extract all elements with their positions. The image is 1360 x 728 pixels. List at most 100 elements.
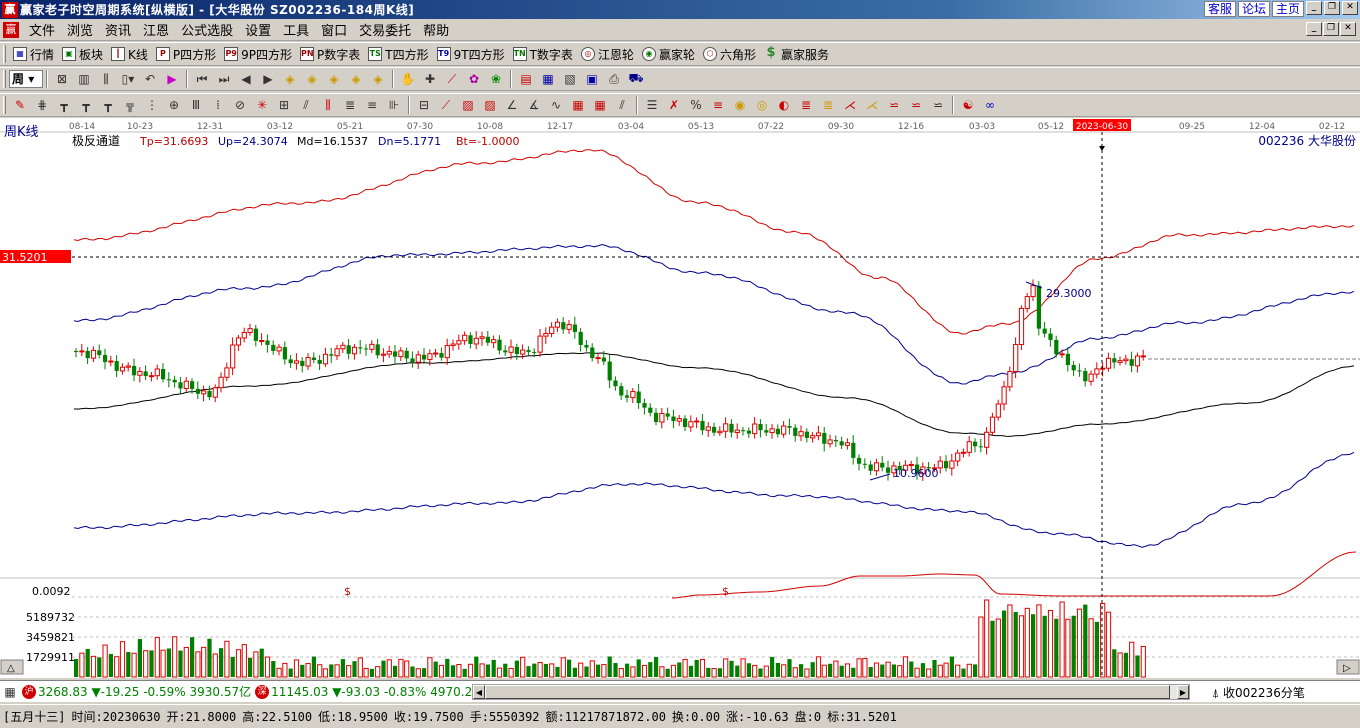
tool-i-icon[interactable]: ⊘	[230, 95, 250, 115]
level-d-icon[interactable]: ⋌	[862, 95, 882, 115]
tool-c-icon[interactable]: ┳	[98, 95, 118, 115]
table-icon[interactable]: ▦	[568, 95, 588, 115]
tool-k-icon[interactable]: ⊞	[274, 95, 294, 115]
percent-fan-icon[interactable]: ✗	[664, 95, 684, 115]
crosshair-icon[interactable]: ✚	[420, 69, 440, 89]
mdi-close-icon[interactable]: ✕	[1340, 22, 1356, 36]
scroll-thumb[interactable]	[485, 685, 1170, 699]
first-icon[interactable]: ⏮	[192, 69, 212, 89]
sectors-button[interactable]: ▣ 板块	[58, 44, 107, 64]
toolbar-grip[interactable]	[3, 70, 6, 88]
grid-lines-icon[interactable]: ⋕	[32, 95, 52, 115]
save-icon[interactable]: ▣	[582, 69, 602, 89]
coin2-icon[interactable]: ◎	[752, 95, 772, 115]
tool-h-icon[interactable]: ⁞	[208, 95, 228, 115]
volume-bars-icon[interactable]: ▥	[74, 69, 94, 89]
winner-wheel-button[interactable]: ◉ 赢家轮	[638, 44, 699, 64]
calculator-icon[interactable]: ▦	[538, 69, 558, 89]
tool-f-icon[interactable]: ⊕	[164, 95, 184, 115]
p-number-table-button[interactable]: PN P数字表	[296, 44, 364, 64]
menu-trade[interactable]: 交易委托	[353, 20, 417, 39]
table2-icon[interactable]: ▦	[590, 95, 610, 115]
menu-formula-screener[interactable]: 公式选股	[175, 20, 239, 39]
toolbar-grip[interactable]	[3, 45, 6, 63]
menu-window[interactable]: 窗口	[315, 20, 353, 39]
menu-browse[interactable]: 浏览	[61, 20, 99, 39]
t-square-button[interactable]: TS T四方形	[364, 44, 432, 64]
service-link[interactable]: 客服	[1203, 1, 1236, 17]
line-tool-icon[interactable]: ⟋	[442, 69, 462, 89]
next-icon[interactable]: ▶	[258, 69, 278, 89]
prev-icon[interactable]: ◀	[236, 69, 256, 89]
candle-type-icon[interactable]: ▯▾	[118, 69, 138, 89]
last-icon[interactable]: ⏭	[214, 69, 234, 89]
forum-link[interactable]: 论坛	[1237, 1, 1270, 17]
period-select[interactable]: 周 ▾	[9, 70, 43, 88]
restore-icon[interactable]: ❐	[1324, 1, 1340, 15]
diamond-3-icon[interactable]: ◈	[324, 69, 344, 89]
tool-n-icon[interactable]: ≣	[340, 95, 360, 115]
level-e-icon[interactable]: ⋍	[884, 95, 904, 115]
truck-icon[interactable]: ⛟	[626, 69, 646, 89]
menu-file[interactable]: 文件	[23, 20, 61, 39]
toolbar-grip[interactable]	[3, 96, 6, 114]
tool-e-icon[interactable]: ⋮	[142, 95, 162, 115]
menu-tools[interactable]: 工具	[277, 20, 315, 39]
bars-icon[interactable]: ⫼	[96, 69, 116, 89]
9t-square-button[interactable]: T9 9T四方形	[433, 44, 509, 64]
kline-button[interactable]: ┃ K线	[107, 44, 152, 64]
kline-chart[interactable]: 08-14 10-23 12-31 03-12 05-21 07-30 10-08 12-17…	[0, 118, 1360, 678]
tick-trades-link[interactable]: ⍋ 收002236分笔	[1212, 684, 1305, 701]
level-a-icon[interactable]: ≣	[796, 95, 816, 115]
minimize-icon[interactable]: _	[1306, 1, 1322, 15]
9p-square-button[interactable]: P9 9P四方形	[220, 44, 296, 64]
tool-j-icon[interactable]: ✳	[252, 95, 272, 115]
sz-index-badge[interactable]: 深	[255, 684, 270, 699]
flag-icon[interactable]: ▶	[162, 69, 182, 89]
report-icon[interactable]: ▧	[560, 69, 580, 89]
tool-p-icon[interactable]: ⊪	[384, 95, 404, 115]
hexagon-button[interactable]: ⬡ 六角形	[699, 44, 760, 64]
close-icon[interactable]: ✕	[1342, 1, 1358, 15]
calendar-icon[interactable]: ▤	[516, 69, 536, 89]
quotes-button[interactable]: ▦ 行情	[9, 44, 58, 64]
tool-l-icon[interactable]: ⫽	[296, 95, 316, 115]
box2-icon[interactable]: ▨	[480, 95, 500, 115]
fib-icon[interactable]: ≡	[708, 95, 728, 115]
list-icon[interactable]: ☰	[642, 95, 662, 115]
yin-yang-icon[interactable]: ☯	[958, 95, 978, 115]
document-icon[interactable]: 赢	[3, 21, 19, 38]
fan-icon[interactable]: ⟋	[436, 95, 456, 115]
pattern-icon[interactable]: ✿	[464, 69, 484, 89]
hand-icon[interactable]: ✋	[398, 69, 418, 89]
chart-panel[interactable]: 08-14 10-23 12-31 03-12 05-21 07-30 10-08 12-17…	[0, 118, 1360, 678]
scroll-left-icon[interactable]: ◀	[473, 685, 485, 699]
homepage-link[interactable]: 主页	[1271, 1, 1304, 17]
angle-icon[interactable]: ∠	[502, 95, 522, 115]
level-f-icon[interactable]: ⋍	[906, 95, 926, 115]
box-icon[interactable]: ▨	[458, 95, 478, 115]
mdi-minimize-icon[interactable]: _	[1306, 22, 1322, 36]
cross-cursor-icon[interactable]: ⊠	[52, 69, 72, 89]
winner-service-button[interactable]: $ 赢家服务	[760, 44, 833, 64]
percent-icon[interactable]: %	[686, 95, 706, 115]
ticker-grid-icon[interactable]: ▦	[1, 682, 19, 702]
diamond-2-icon[interactable]: ◈	[302, 69, 322, 89]
undo-icon[interactable]: ↶	[140, 69, 160, 89]
menu-settings[interactable]: 设置	[239, 20, 277, 39]
tool-o-icon[interactable]: ≡	[362, 95, 382, 115]
t-number-table-button[interactable]: TN T数字表	[509, 44, 577, 64]
coin-icon[interactable]: ◉	[730, 95, 750, 115]
menu-gann[interactable]: 江恩	[137, 20, 175, 39]
infinity-icon[interactable]: ∞	[980, 95, 1000, 115]
sh-index-badge[interactable]: 沪	[22, 684, 36, 699]
pen-icon[interactable]: ✎	[10, 95, 30, 115]
diamond-4-icon[interactable]: ◈	[346, 69, 366, 89]
mdi-restore-icon[interactable]: ❐	[1323, 22, 1339, 36]
tool-m-icon[interactable]: ⫼	[318, 95, 338, 115]
diamond-1-icon[interactable]: ◈	[280, 69, 300, 89]
menu-info[interactable]: 资讯	[99, 20, 137, 39]
tool-g-icon[interactable]: Ⅲ	[186, 95, 206, 115]
diamond-5-icon[interactable]: ◈	[368, 69, 388, 89]
p-square-button[interactable]: P P四方形	[152, 44, 220, 64]
